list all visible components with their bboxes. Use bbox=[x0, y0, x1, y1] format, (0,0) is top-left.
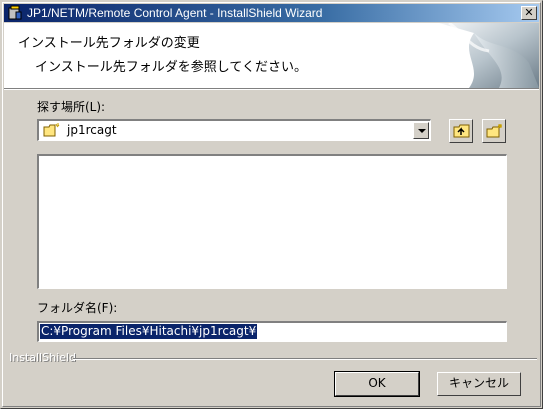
brand-separator bbox=[73, 358, 537, 360]
folder-name-field[interactable]: C:¥Program Files¥Hitachi¥jp1rcagt¥ bbox=[37, 321, 507, 342]
folder-icon bbox=[43, 123, 60, 137]
look-in-label: 探す場所(L): bbox=[37, 100, 106, 114]
folder-list[interactable] bbox=[37, 154, 507, 289]
look-in-combobox[interactable]: jp1rcagt bbox=[37, 119, 431, 141]
folder-up-icon bbox=[453, 124, 470, 138]
close-icon: ✕ bbox=[524, 6, 534, 19]
window-title: JP1/NETM/Remote Control Agent - InstallS… bbox=[27, 6, 323, 20]
close-button[interactable]: ✕ bbox=[521, 6, 537, 20]
new-folder-icon bbox=[486, 124, 502, 138]
cancel-button[interactable]: キャンセル bbox=[437, 372, 521, 396]
look-in-value: jp1rcagt bbox=[67, 123, 117, 137]
header-subtitle: インストール先フォルダを参照してください。 bbox=[35, 60, 307, 75]
folder-name-value[interactable]: C:¥Program Files¥Hitachi¥jp1rcagt¥ bbox=[40, 324, 258, 339]
create-new-folder-button[interactable] bbox=[482, 119, 506, 143]
header-separator bbox=[4, 88, 539, 90]
installshield-brand: InstallShield bbox=[9, 351, 76, 364]
installshield-dialog: JP1/NETM/Remote Control Agent - InstallS… bbox=[0, 0, 543, 409]
chevron-down-icon[interactable] bbox=[413, 122, 429, 139]
wizard-header: インストール先フォルダの変更 インストール先フォルダを参照してください。 bbox=[4, 23, 539, 88]
installer-app-icon bbox=[8, 5, 22, 20]
header-curl-graphic bbox=[439, 23, 539, 88]
folder-name-label: フォルダ名(F): bbox=[37, 301, 118, 315]
ok-button[interactable]: OK bbox=[334, 371, 420, 397]
up-one-level-button[interactable] bbox=[449, 119, 473, 143]
title-bar[interactable]: JP1/NETM/Remote Control Agent - InstallS… bbox=[4, 4, 539, 22]
header-title: インストール先フォルダの変更 bbox=[18, 36, 200, 51]
